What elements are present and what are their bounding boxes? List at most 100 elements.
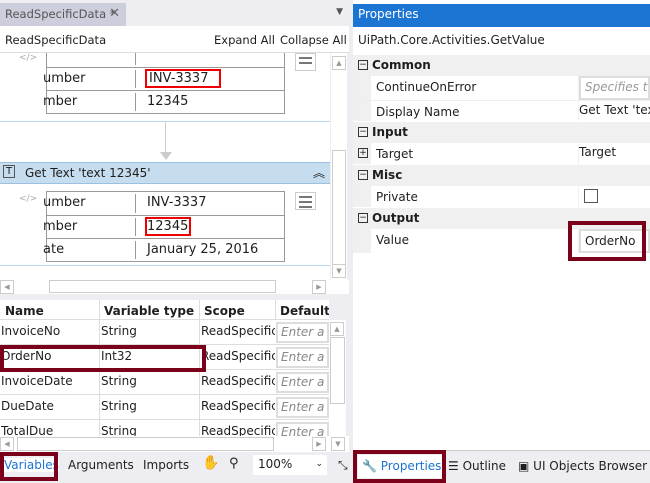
category-misc[interactable]: − Misc bbox=[353, 165, 650, 186]
cell: 12345 bbox=[147, 94, 189, 109]
variable-scope[interactable]: ReadSpecificData bbox=[201, 424, 275, 436]
highlight-box bbox=[0, 452, 58, 481]
expand-all-button[interactable]: Expand All bbox=[214, 33, 275, 47]
designer-horizontal-scrollbar[interactable]: ◀ ▶ bbox=[0, 280, 349, 294]
tab-arguments[interactable]: Arguments bbox=[68, 458, 134, 472]
variable-default[interactable]: Enter a VB expression bbox=[276, 397, 329, 418]
variable-default[interactable]: Enter a VB expression bbox=[276, 322, 329, 343]
get-text-activity-header[interactable]: T Get Text 'text 12345' ︽ bbox=[0, 162, 330, 184]
cell: umber bbox=[43, 71, 86, 86]
variable-scope[interactable]: ReadSpecificData bbox=[201, 399, 275, 413]
collapse-icon: − bbox=[358, 127, 368, 137]
variable-scope[interactable]: ReadSpecificData bbox=[201, 374, 275, 388]
collapse-icon[interactable]: ︽ bbox=[313, 164, 325, 181]
header-name[interactable]: Name bbox=[1, 304, 98, 318]
target-value[interactable]: Target bbox=[579, 143, 650, 164]
zoom-icon[interactable]: ⚲ bbox=[229, 456, 239, 471]
scroll-thumb[interactable] bbox=[49, 280, 276, 293]
table-row[interactable]: InvoiceNoStringReadSpecificDataEnter a V… bbox=[0, 320, 329, 345]
variable-default[interactable]: Enter a VB expression bbox=[276, 422, 329, 436]
property-target: + Target Target bbox=[353, 143, 650, 164]
data-table: umber INV-3337 mber 12345 ate January 25, 2… bbox=[43, 191, 285, 262]
variable-name[interactable]: TotalDue bbox=[1, 424, 98, 436]
breadcrumb[interactable]: ReadSpecificData bbox=[5, 33, 106, 47]
tab-imports[interactable]: Imports bbox=[143, 458, 189, 472]
table-row[interactable]: DueDateStringReadSpecificDataEnter a VB … bbox=[0, 395, 329, 420]
property-continue-on-error: ContinueOnErrorSpecifies to continue bbox=[353, 76, 650, 100]
xml-icon: </> bbox=[19, 194, 38, 204]
collapse-icon: − bbox=[358, 60, 368, 70]
document-tab[interactable]: ReadSpecificData * ✕ bbox=[0, 3, 126, 26]
private-checkbox[interactable] bbox=[584, 189, 598, 203]
header-default[interactable]: Default bbox=[275, 300, 329, 320]
highlight-box bbox=[353, 450, 446, 483]
property-private: Private bbox=[353, 186, 650, 207]
tab-outline[interactable]: ☰ Outline bbox=[448, 459, 506, 473]
designer-vertical-scrollbar[interactable]: ▲ ▼ bbox=[330, 53, 347, 280]
variable-default[interactable]: Enter a VB expression bbox=[276, 372, 329, 393]
cell: umber bbox=[43, 195, 86, 210]
panel-title: Properties bbox=[358, 7, 419, 21]
collapse-icon: − bbox=[358, 213, 368, 223]
arrow-icon bbox=[160, 152, 172, 160]
xml-icon: </> bbox=[19, 53, 38, 63]
cell: mber bbox=[43, 219, 78, 234]
category-common[interactable]: − Common bbox=[353, 55, 650, 76]
data-table: umber INV-3337 mber 12345 bbox=[43, 53, 285, 114]
get-text-icon: T bbox=[3, 165, 16, 178]
hand-icon[interactable]: ✋ bbox=[202, 455, 219, 471]
variable-type[interactable]: String bbox=[101, 374, 198, 388]
variable-name[interactable]: InvoiceNo bbox=[1, 324, 98, 338]
activity-title: Get Text 'text 12345' bbox=[25, 166, 151, 180]
category-input[interactable]: − Input bbox=[353, 122, 650, 143]
table-header: Name Variable type Scope Default bbox=[0, 300, 329, 320]
variable-type[interactable]: String bbox=[101, 324, 198, 338]
menu-icon[interactable] bbox=[295, 53, 316, 71]
header-scope[interactable]: Scope bbox=[199, 300, 275, 320]
properties-title-bar: Properties bbox=[353, 4, 650, 27]
zoom-select[interactable]: 100% ⌄ bbox=[253, 455, 327, 475]
cell: INV-3337 bbox=[147, 195, 207, 210]
variable-name[interactable]: DueDate bbox=[1, 399, 98, 413]
cell: January 25, 2016 bbox=[147, 242, 259, 257]
fit-icon[interactable]: ⤡ bbox=[338, 458, 348, 473]
table-row[interactable]: InvoiceDateStringReadSpecificDataEnter a… bbox=[0, 370, 329, 395]
scroll-thumb[interactable] bbox=[332, 150, 346, 274]
designer-header: ReadSpecificData Expand All Collapse All bbox=[0, 26, 349, 53]
cell-highlighted: INV-3337 bbox=[145, 69, 221, 88]
variables-horizontal-scrollbar[interactable]: ◀ ▶ ▼ bbox=[0, 436, 349, 452]
expand-icon[interactable]: + bbox=[358, 148, 368, 158]
variable-type[interactable]: String bbox=[101, 399, 198, 413]
display-name-input[interactable]: Get Text 'text 12345' bbox=[579, 101, 650, 121]
highlight-box bbox=[0, 345, 206, 372]
highlight-box bbox=[568, 221, 646, 261]
continue-on-error-input[interactable]: Specifies to continue bbox=[579, 76, 650, 100]
chevron-down-icon[interactable]: ▼ bbox=[336, 7, 343, 17]
close-icon[interactable]: ✕ bbox=[109, 6, 120, 21]
tab-title: ReadSpecificData * bbox=[5, 7, 116, 21]
tab-ui-objects-browser[interactable]: ▣ UI Objects Browser (E bbox=[518, 459, 650, 473]
document-tab-bar: ReadSpecificData * ✕ ▼ bbox=[0, 0, 349, 26]
activity-card[interactable]: </> umber INV-3337 mber 12345 ate January 2… bbox=[0, 184, 330, 266]
menu-icon[interactable] bbox=[295, 192, 316, 210]
variables-vertical-scrollbar[interactable]: ▲ bbox=[329, 320, 346, 436]
variable-scope[interactable]: ReadSpecificData bbox=[201, 324, 275, 338]
collapse-icon: − bbox=[358, 170, 368, 180]
cell: mber bbox=[43, 94, 78, 109]
outline-icon: ☰ bbox=[448, 459, 459, 473]
property-display-name: Display NameGet Text 'text 12345' bbox=[353, 100, 650, 121]
table-row[interactable]: TotalDueStringReadSpecificDataEnter a VB… bbox=[0, 420, 329, 436]
browser-icon: ▣ bbox=[518, 459, 530, 473]
collapse-all-button[interactable]: Collapse All bbox=[280, 33, 347, 47]
header-type[interactable]: Variable type bbox=[99, 300, 196, 320]
activity-card[interactable]: </> umber INV-3337 mber 12345 bbox=[0, 53, 330, 122]
cell-highlighted: 12345 bbox=[145, 217, 191, 236]
variable-type[interactable]: String bbox=[101, 424, 198, 436]
designer-canvas: </> umber INV-3337 mber 12345 T Get Text '… bbox=[0, 53, 330, 280]
connector-line bbox=[165, 122, 166, 155]
activity-class-name: UiPath.Core.Activities.GetValue bbox=[358, 33, 545, 47]
cell: ate bbox=[43, 242, 65, 257]
variable-name[interactable]: InvoiceDate bbox=[1, 374, 98, 388]
variable-scope[interactable]: ReadSpecificData bbox=[201, 349, 275, 363]
variable-default[interactable]: Enter a VB expression bbox=[276, 347, 329, 368]
